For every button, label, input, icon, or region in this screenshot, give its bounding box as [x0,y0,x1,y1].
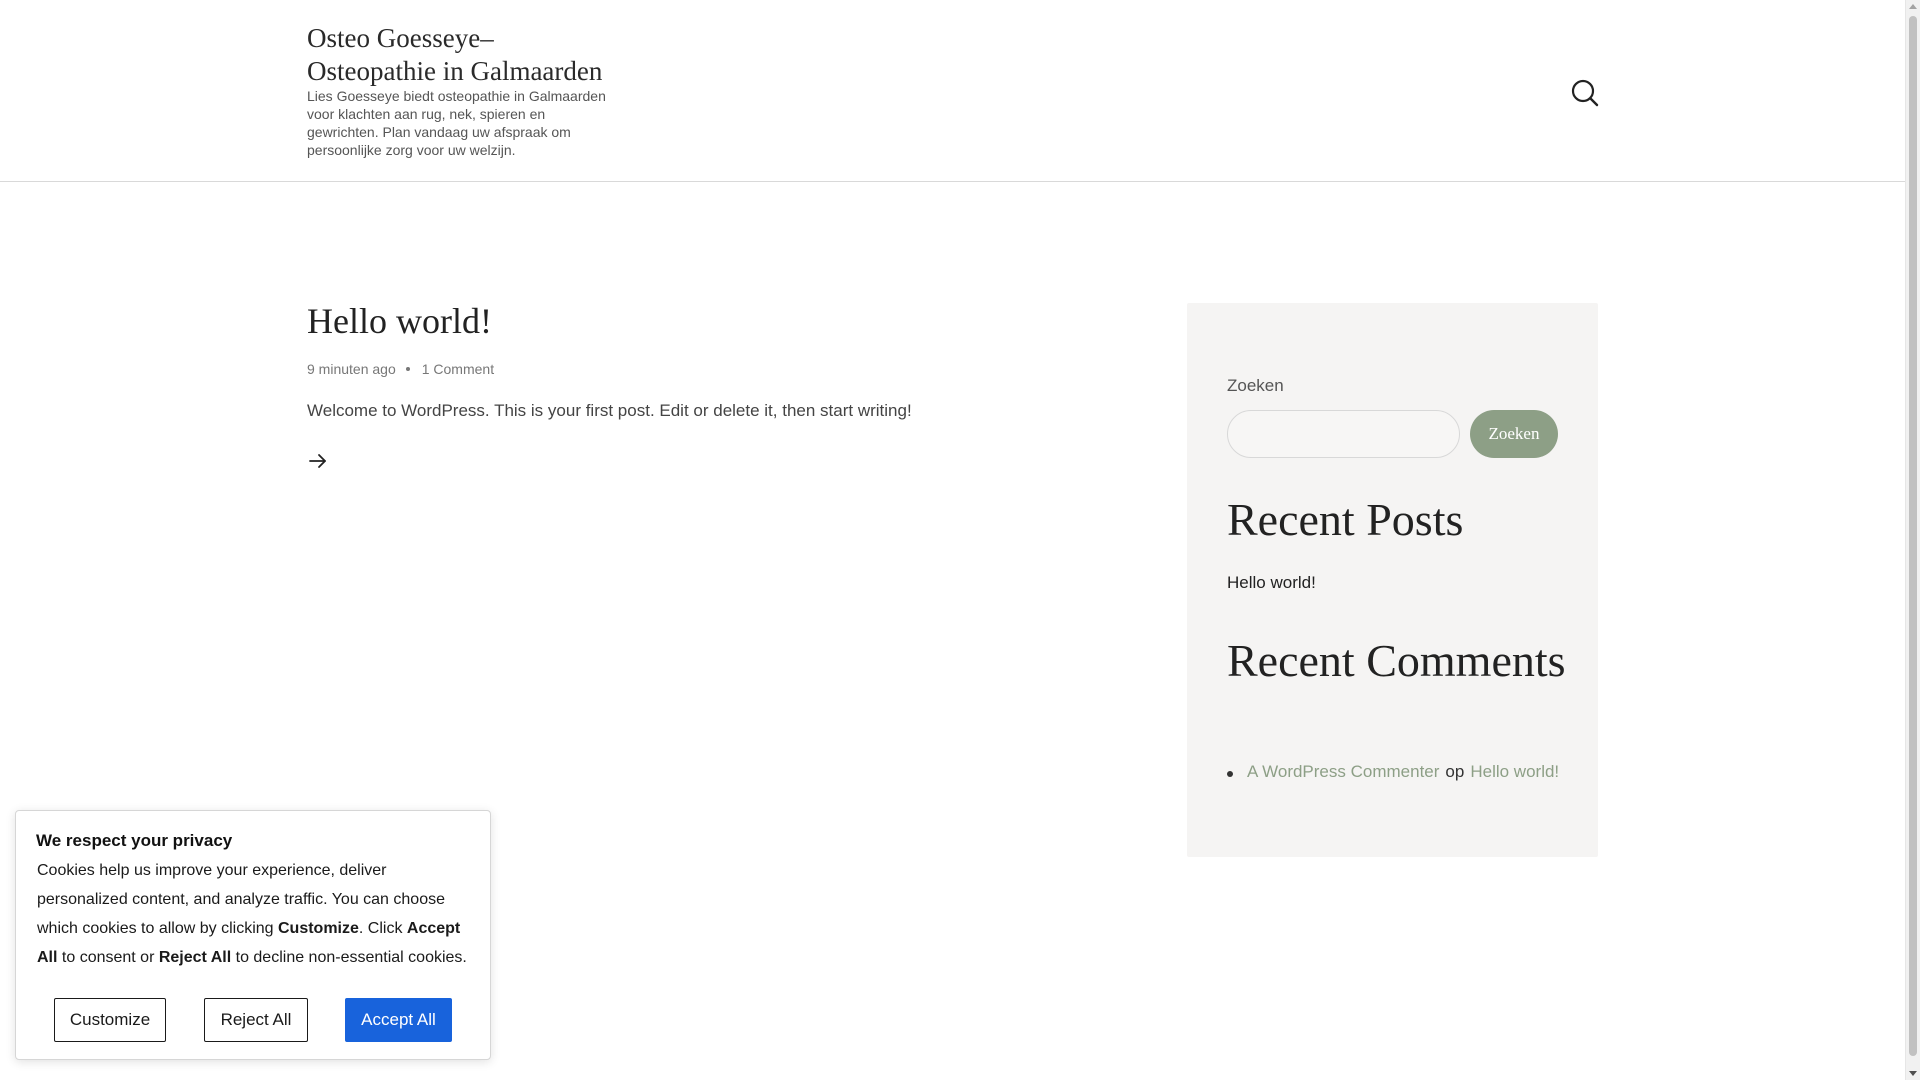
post-date[interactable]: 9 minuten ago [307,361,396,377]
list-bullet [1227,770,1233,777]
recent-posts-heading-text: Recent Posts [1227,494,1464,545]
cookie-text-part: to consent or [57,949,159,966]
meta-separator [405,367,410,371]
comment-author-link[interactable]: A WordPress Commenter [1247,762,1439,782]
customize-button[interactable]: Customize [54,998,166,1042]
site-header: Osteo Goesseye– Osteopathie in Galmaarde… [0,0,1905,182]
cookie-banner: We respect your privacy Cookies help us … [15,810,491,1060]
recent-comment-item: A WordPress Commenter op Hello world! [1227,762,1587,782]
reject-all-button[interactable]: Reject All [204,998,308,1042]
page: Osteo Goesseye– Osteopathie in Galmaarde… [0,0,1920,1080]
post-comments-link[interactable]: 1 Comment [422,361,494,377]
accept-all-button[interactable]: Accept All [345,998,452,1042]
recent-comments-heading: Recent Comments [1227,635,1566,686]
site-title[interactable]: Osteo Goesseye– Osteopathie in Galmaarde… [307,22,627,88]
recent-post-link[interactable]: Hello world! [1227,573,1316,593]
scroll-down-arrow-icon[interactable] [1909,1071,1917,1076]
vertical-scrollbar[interactable] [1905,0,1920,1080]
search-icon[interactable] [1570,78,1600,108]
scrollbar-thumb[interactable] [1909,16,1917,1056]
comment-post-link[interactable]: Hello world! [1470,762,1559,782]
post-meta: 9 minuten ago 1 Comment [307,361,494,377]
cookie-text-bold-reject: Reject All [158,949,232,966]
site-description: Lies Goesseye biedt osteopathie in Galma… [307,88,606,158]
post-title[interactable]: Hello world! [307,299,492,343]
post-excerpt: Welcome to WordPress. This is your first… [307,401,912,420]
cookie-banner-text: Cookies help us improve your experience,… [37,856,477,972]
search-button[interactable]: Zoeken [1470,410,1558,458]
comment-connector: op [1445,762,1465,781]
search-input[interactable] [1227,410,1460,458]
arrow-right-icon[interactable] [307,450,329,472]
cookie-banner-title: We respect your privacy [36,831,233,850]
search-label: Zoeken [1227,376,1284,395]
cookie-text-bold-customize: Customize [278,920,359,937]
sidebar: Zoeken Zoeken Recent Posts Hello world! … [1187,303,1598,857]
cookie-text-part: . Click [358,920,407,937]
scroll-up-arrow-icon[interactable] [1909,4,1917,9]
cookie-text-part: to decline non-essential cookies. [231,949,467,966]
